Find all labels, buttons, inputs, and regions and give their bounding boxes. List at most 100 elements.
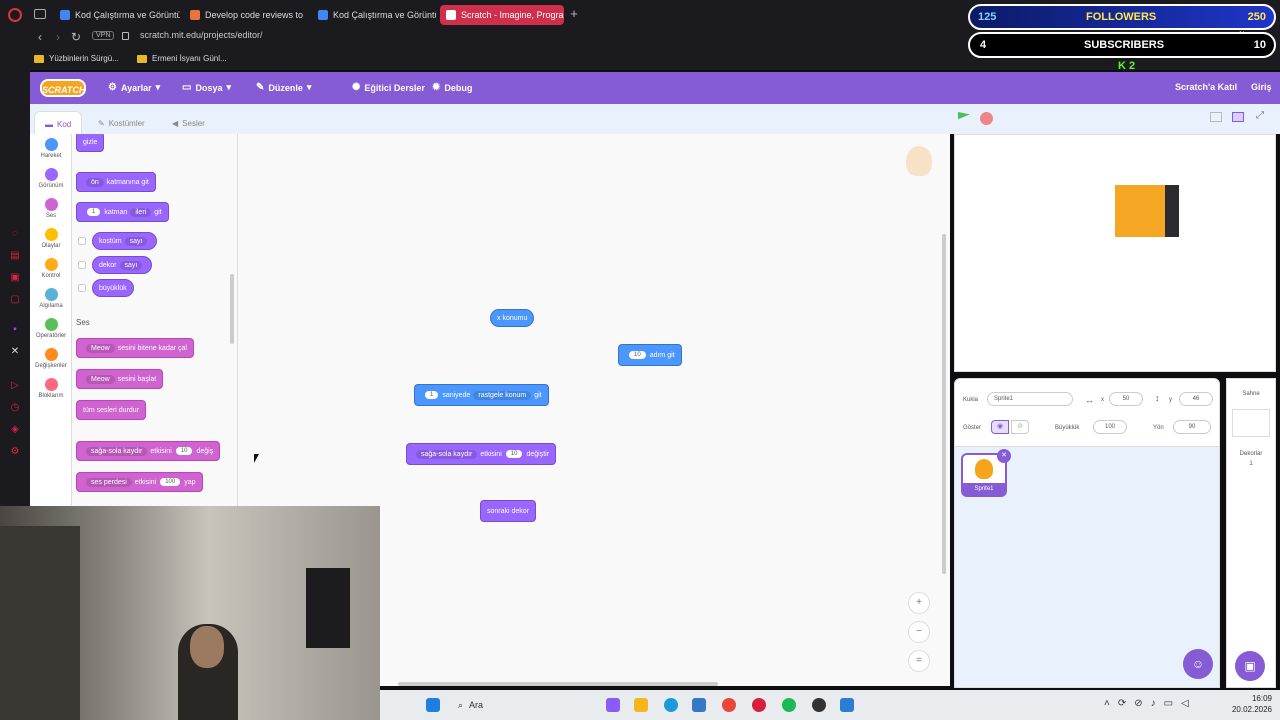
show-hidden-toggle[interactable]: ⊘ [1011,420,1029,434]
block-move-steps[interactable]: 10 adım git [618,344,682,366]
mail-icon[interactable]: ▢ [8,294,22,308]
taskbar-search[interactable]: ⌕ Ara [454,696,604,714]
add-sprite-button[interactable]: ☺ [1183,649,1213,679]
shop-icon[interactable]: ▤ [8,250,22,264]
block-dropdown[interactable]: sayı [119,260,143,270]
chrome-icon[interactable] [722,698,736,712]
bookmark-item[interactable]: Yüzbinlerin Sürgü... [34,54,119,63]
browser-tab[interactable]: Kod Çalıştırma ve Görüntü [54,5,180,25]
category-sound[interactable]: Ses [30,198,72,219]
block-next-backdrop[interactable]: sonraki dekor [480,500,537,522]
block-dropdown[interactable]: Meow [86,343,115,353]
category-motion[interactable]: Hareket [30,138,72,159]
category-looks[interactable]: Görünüm [30,168,72,189]
block-number-input[interactable]: 1 [87,208,101,216]
twitch-icon[interactable]: ▪ [8,324,22,338]
palette-scrollbar[interactable] [230,274,234,344]
spotify-icon[interactable] [782,698,796,712]
block-change-effect[interactable]: sağa-sola kaydır etkisini 10 değiştir [406,443,557,465]
edit-menu[interactable]: ✎ Düzenle ▾ [256,82,311,93]
settings-icon[interactable]: ⚙ [8,446,22,460]
zoom-in-icon[interactable]: + [908,592,930,614]
join-link[interactable]: Scratch'a Katıl [1175,82,1237,92]
block-play-sound-until-done[interactable]: Meow sesini bitene kadar çal [76,338,194,358]
block-number-input[interactable]: 10 [629,351,646,359]
reload-icon[interactable]: ↻ [70,30,82,44]
block-change-sound-effect[interactable]: sağa-sola kaydır etkisini 10 değiş [76,441,221,461]
block-number-input[interactable]: 100 [160,478,181,486]
copilot-icon[interactable] [606,698,620,712]
tab-manager-icon[interactable] [34,9,46,19]
windows-start-icon[interactable] [426,698,440,712]
opera-menu-icon[interactable] [8,8,22,22]
script-scrollbar-horizontal[interactable] [398,682,718,686]
stop-icon[interactable] [980,112,993,125]
block-start-sound[interactable]: Meow sesini başlat [76,369,164,389]
block-dropdown[interactable]: sağa-sola kaydır [416,449,478,459]
block-stop-all-sounds[interactable]: tüm sesleri durdur [76,400,147,420]
browser-tab[interactable]: Develop code reviews to s [184,5,304,25]
block-dropdown[interactable]: sayı [124,236,148,246]
sprite-name-input[interactable]: Sprite1 [987,392,1073,406]
block-x-position[interactable]: x konumu [490,309,535,327]
opera-icon[interactable] [752,698,766,712]
x-icon[interactable]: ✕ [8,346,22,360]
size-input[interactable]: 100 [1093,420,1127,434]
x-input[interactable]: 50 [1109,392,1143,406]
block-set-sound-effect[interactable]: ses perdesi etkisini 100 yap [76,472,203,492]
block-dropdown[interactable]: Meow [86,374,115,384]
clock-date[interactable]: 20.02.2026 [1216,705,1272,714]
url-field[interactable]: scratch.mit.edu/projects/editor/ [140,30,263,40]
block-number-input[interactable]: 10 [505,450,523,458]
block-dropdown[interactable]: ileri [130,207,152,217]
block-glide-to[interactable]: 1 saniyede rastgele konum git [414,384,549,406]
monitor-checkbox[interactable] [78,261,86,269]
settings-menu[interactable]: ⚙ Ayarlar ▾ [108,82,160,93]
player-icon[interactable]: ▷ [8,380,22,394]
block-dropdown[interactable]: rastgele konum [473,390,532,400]
back-icon[interactable]: ‹ [34,30,46,44]
category-events[interactable]: Olaylar [30,228,72,249]
clock-time[interactable]: 16:09 [1236,694,1272,703]
green-flag-icon[interactable] [958,112,970,120]
forward-icon[interactable]: › [52,30,64,44]
tab-code[interactable]: ▬ Kod [34,111,83,136]
history-icon[interactable]: ◌ [8,228,22,242]
notepad-icon[interactable] [840,698,854,712]
block-dropdown[interactable]: ön [86,177,104,187]
block-go-to-layer[interactable]: ön katmanına git [76,172,156,192]
category-variables[interactable]: Değişkenler [30,348,72,369]
tab-costumes[interactable]: ✎ Kostümler [88,111,155,136]
tab-sounds[interactable]: ◀ Sesler [162,111,215,136]
delete-sprite-icon[interactable]: ✕ [997,449,1011,463]
block-hide[interactable]: gizle [76,134,105,152]
y-input[interactable]: 46 [1179,392,1213,406]
file-menu[interactable]: ▭ Dosya ▾ [182,82,231,93]
small-stage-icon[interactable] [1210,112,1222,122]
zoom-out-icon[interactable]: − [908,621,930,643]
block-dropdown[interactable]: ses perdesi [86,477,132,487]
block-costume-number[interactable]: kostüm sayı [92,232,158,250]
show-visible-toggle[interactable]: ◉ [991,420,1009,434]
category-my-blocks[interactable]: Bloklarım [30,378,72,399]
stage-pane[interactable]: Sahne Dekorlar 1 ▣ [1226,378,1276,688]
vpn-badge[interactable]: VPN [92,31,115,40]
block-backdrop-number[interactable]: dekor sayı [92,256,153,274]
browser-tab[interactable]: Kod Çalıştırma ve Görüntü [312,5,436,25]
edge-icon[interactable] [664,698,678,712]
block-size[interactable]: büyüklük [92,279,134,297]
monitor-checkbox[interactable] [78,237,86,245]
obs-icon[interactable] [812,698,826,712]
category-sensing[interactable]: Algılama [30,288,72,309]
add-backdrop-button[interactable]: ▣ [1235,651,1265,681]
new-tab-button[interactable]: + [568,7,580,21]
large-stage-icon[interactable] [1232,112,1244,122]
category-control[interactable]: Kontrol [30,258,72,279]
stage-thumbnail[interactable] [1232,409,1270,437]
browser-tab-active[interactable]: Scratch - Imagine, Program [440,5,564,25]
explorer-icon[interactable] [634,698,648,712]
block-go-layers[interactable]: 1 katman ileri git [76,202,169,222]
monitor-checkbox[interactable] [78,284,86,292]
store-icon[interactable] [692,698,706,712]
block-dropdown[interactable]: sağa-sola kaydır [86,446,148,456]
